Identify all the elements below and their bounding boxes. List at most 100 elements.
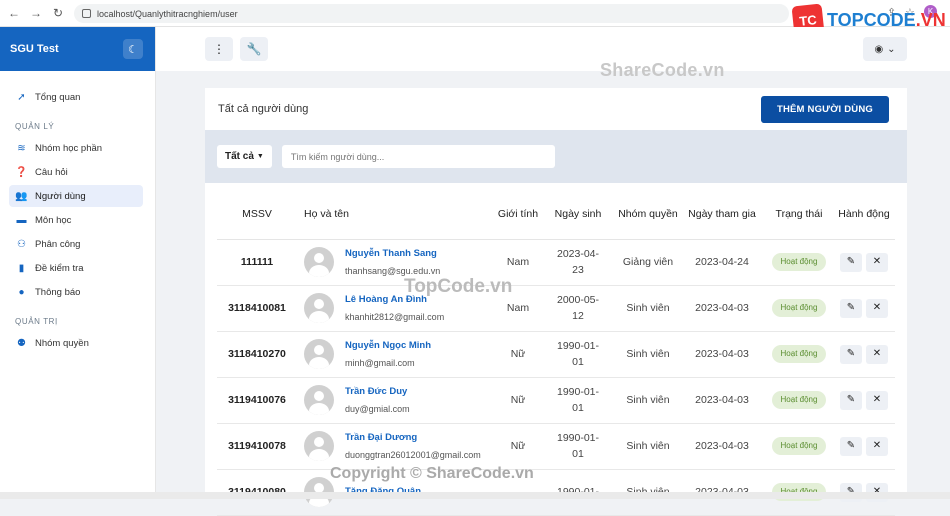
wrench-icon: 🔧 (246, 42, 262, 56)
chevron-down-icon: ⌄ (887, 43, 896, 55)
copyright-watermark: Copyright © ShareCode.vn (330, 465, 534, 482)
cell-mssv: 3119410076 (217, 377, 297, 424)
folder-icon: ▬ (16, 214, 27, 226)
avatar (304, 247, 334, 277)
cell-user: Trần Đức Duy duy@gmial.com (297, 377, 497, 424)
cell-joined: 2023-04-03 (679, 285, 765, 332)
header-status[interactable]: Trạng thái (765, 191, 833, 240)
cell-gender: Nữ (497, 423, 539, 470)
sidebar-item-tests[interactable]: ▮ Đề kiểm tra (9, 257, 143, 279)
avatar (304, 431, 334, 461)
address-bar[interactable]: localhost/Quanlythitracnghiem/user (74, 4, 789, 23)
group-icon: ⚉ (17, 337, 26, 349)
header-gender[interactable]: Giới tính (497, 191, 539, 240)
filter-bar: Tất cả ▼ (205, 130, 907, 183)
header-actions: Hành động (833, 191, 895, 240)
back-icon[interactable]: ← (6, 5, 22, 21)
os-taskbar (0, 492, 950, 499)
cell-mssv: 3118410081 (217, 285, 297, 332)
edit-button[interactable]: ✎ (840, 298, 862, 318)
search-input[interactable] (281, 145, 555, 168)
page-title: Tất cả người dùng (218, 103, 309, 115)
sidebar-item-course-groups[interactable]: ≋ Nhóm học phần (9, 137, 143, 159)
edit-button[interactable]: ✎ (840, 344, 862, 364)
moon-icon: ☾ (128, 43, 138, 56)
pencil-icon: ✎ (846, 394, 856, 405)
sidebar-item-users[interactable]: 👥 Người dùng (9, 185, 143, 207)
sidebar-item-permissions[interactable]: ⚉ Nhóm quyền (9, 332, 143, 354)
header-dob[interactable]: Ngày sinh (539, 191, 617, 240)
cell-role: Sinh viên (617, 377, 679, 424)
cell-status: Hoạt động (765, 377, 833, 424)
reload-icon[interactable]: ↻ (50, 5, 66, 21)
forward-icon[interactable]: → (28, 5, 44, 21)
cell-gender: Nữ (497, 331, 539, 378)
user-menu-button[interactable]: ◉ ⌄ (863, 37, 907, 61)
sharecode-watermark: ShareCode.vn (600, 60, 725, 80)
question-icon: ❓ (15, 166, 28, 178)
user-name-link[interactable]: Nguyễn Thanh Sang (345, 246, 440, 262)
cell-actions: ✎✕ (833, 423, 895, 470)
edit-button[interactable]: ✎ (840, 252, 862, 272)
edit-button[interactable]: ✎ (840, 390, 862, 410)
cell-dob: 1990-01-01 (539, 423, 617, 470)
caret-down-icon: ▼ (256, 153, 264, 160)
status-badge: Hoạt động (772, 253, 826, 271)
sidebar-item-notifications[interactable]: ● Thông báo (9, 281, 143, 303)
sidebar-item-subjects[interactable]: ▬ Môn học (9, 209, 143, 231)
settings-button[interactable]: 🔧 (240, 37, 268, 61)
user-name-link[interactable]: Nguyễn Ngọc Minh (345, 338, 431, 354)
pencil-icon: ✎ (846, 440, 856, 451)
header-joined[interactable]: Ngày tham gia (679, 191, 765, 240)
cell-joined: 2023-04-03 (679, 377, 765, 424)
sidebar-item-label: Câu hỏi (35, 166, 68, 178)
header-mssv[interactable]: MSSV (217, 191, 297, 240)
sidebar-item-label: Đề kiểm tra (35, 262, 84, 274)
user-name-link[interactable]: Trần Đại Dương (345, 430, 481, 446)
cell-role: Giảng viên (617, 239, 679, 286)
close-icon: ✕ (872, 394, 882, 405)
cell-joined: 2023-04-24 (679, 239, 765, 286)
sidebar-item-label: Phân công (35, 238, 81, 250)
cell-mssv: 3118410270 (217, 331, 297, 378)
users-panel: Tất cả người dùng THÊM NGƯỜI DÙNG Tất cả… (205, 88, 907, 516)
header-name[interactable]: Họ và tên (297, 191, 497, 240)
delete-button[interactable]: ✕ (866, 436, 888, 456)
avatar (304, 293, 334, 323)
file-icon: ▮ (18, 262, 25, 274)
user-email: khanhit2812@gmail.com (345, 311, 445, 322)
sidebar-item-label: Thông báo (35, 286, 81, 298)
delete-button[interactable]: ✕ (866, 252, 888, 272)
header-role[interactable]: Nhóm quyền (617, 191, 679, 240)
sidebar-item-overview[interactable]: ➚ Tổng quan (9, 86, 143, 108)
user-email: minh@gmail.com (345, 357, 415, 368)
cell-status: Hoạt động (765, 239, 833, 286)
filter-dropdown[interactable]: Tất cả ▼ (217, 145, 272, 168)
layers-icon: ≋ (17, 142, 26, 154)
delete-button[interactable]: ✕ (866, 344, 888, 364)
user-email: duy@gmial.com (345, 403, 410, 414)
add-user-button[interactable]: THÊM NGƯỜI DÙNG (760, 95, 889, 123)
sidebar-item-label: Người dùng (35, 190, 86, 202)
info-icon[interactable] (82, 9, 91, 18)
browser-bar: ← → ↻ localhost/Quanlythitracnghiem/user… (0, 0, 950, 37)
status-badge: Hoạt động (772, 299, 826, 317)
sidebar-item-assign[interactable]: ⚇ Phân công (9, 233, 143, 255)
status-badge: Hoạt động (772, 391, 826, 409)
delete-button[interactable]: ✕ (866, 298, 888, 318)
user-circle-icon: ◉ (874, 43, 884, 55)
sidebar-item-label: Nhóm học phần (35, 142, 103, 154)
edit-button[interactable]: ✎ (840, 436, 862, 456)
dark-mode-toggle[interactable]: ☾ (123, 39, 143, 59)
cell-dob: 1990-01-01 (539, 377, 617, 424)
user-name-link[interactable]: Trần Đức Duy (345, 384, 410, 400)
cell-role: Sinh viên (617, 423, 679, 470)
sidebar-item-label: Môn học (35, 214, 72, 226)
more-options-button[interactable]: ⋮ (205, 37, 233, 61)
cell-user: Nguyễn Ngọc Minh minh@gmail.com (297, 331, 497, 378)
cell-dob: 2000-05-12 (539, 285, 617, 332)
delete-button[interactable]: ✕ (866, 390, 888, 410)
rocket-icon: ➚ (17, 91, 26, 103)
sidebar-item-questions[interactable]: ❓ Câu hỏi (9, 161, 143, 183)
topcode-watermark: TopCode.vn (404, 276, 513, 297)
